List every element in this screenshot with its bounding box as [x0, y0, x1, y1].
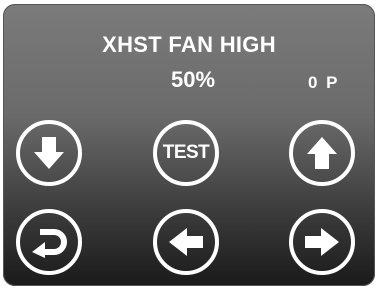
- status-indicator: 0 P: [308, 73, 340, 92]
- return-button[interactable]: [16, 209, 82, 275]
- down-button[interactable]: [16, 120, 82, 186]
- arrow-left-icon: [167, 226, 205, 258]
- fan-status-title: XHST FAN HIGH: [102, 32, 276, 57]
- test-button[interactable]: TEST: [153, 120, 219, 186]
- left-button[interactable]: [153, 209, 219, 275]
- arrow-up-icon: [305, 135, 339, 171]
- arrow-right-icon: [303, 226, 341, 258]
- fan-speed-value: 50%: [170, 67, 216, 92]
- display-screen: XHST FAN HIGH 50% 0 P TEST: [3, 4, 375, 286]
- right-button[interactable]: [289, 209, 355, 275]
- return-icon: [30, 224, 68, 260]
- up-button[interactable]: [289, 120, 355, 186]
- arrow-down-icon: [32, 135, 66, 171]
- test-button-label: TEST: [162, 142, 210, 163]
